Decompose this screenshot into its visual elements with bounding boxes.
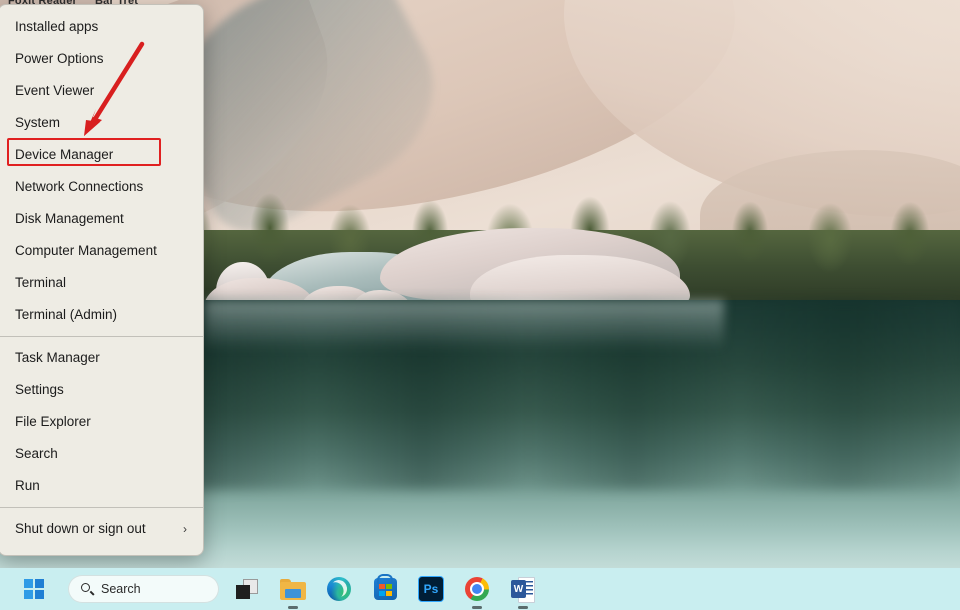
windows-logo-icon: [23, 578, 45, 600]
menu-item-label: Search: [15, 446, 58, 461]
menu-item-label: Task Manager: [15, 350, 100, 365]
chrome-icon: [465, 577, 489, 601]
photoshop-icon: Ps: [418, 576, 444, 602]
menu-item-label: Settings: [15, 382, 64, 397]
menu-item-label: Disk Management: [15, 211, 124, 226]
word-icon: W: [511, 577, 535, 603]
task-view-button[interactable]: [229, 572, 265, 606]
menu-item-installed-apps[interactable]: Installed apps: [0, 11, 203, 43]
store-button[interactable]: [367, 572, 403, 606]
photoshop-button[interactable]: Ps: [413, 572, 449, 606]
chrome-button[interactable]: [459, 572, 495, 606]
task-view-icon: [236, 579, 258, 599]
folder-icon: [280, 578, 306, 600]
menu-item-shut-down-or-sign-out[interactable]: Shut down or sign out ›: [0, 513, 203, 545]
menu-item-label: Network Connections: [15, 179, 144, 194]
winx-quick-link-menu[interactable]: Installed apps Power Options Event Viewe…: [0, 4, 204, 556]
menu-item-search[interactable]: Search: [0, 438, 203, 470]
menu-item-label: Device Manager: [15, 147, 114, 162]
menu-item-label: Terminal (Admin): [15, 307, 118, 322]
menu-item-label: Power Options: [15, 51, 104, 66]
desktop-screen: Foxit Reader Bar Tret Installed apps Pow…: [0, 0, 960, 610]
menu-item-desktop[interactable]: Desktop: [0, 545, 203, 555]
taskbar: Search Ps W: [0, 568, 960, 610]
word-badge-letter: W: [511, 580, 526, 598]
menu-item-task-manager[interactable]: Task Manager: [0, 342, 203, 374]
menu-item-label: Computer Management: [15, 243, 157, 258]
search-label: Search: [101, 582, 141, 596]
background-window-title-strip: Foxit Reader Bar Tret: [0, 0, 240, 8]
start-button[interactable]: [16, 572, 52, 606]
menu-item-computer-management[interactable]: Computer Management: [0, 235, 203, 267]
menu-item-label: Run: [15, 478, 40, 493]
search-input[interactable]: Search: [68, 575, 219, 603]
menu-item-disk-management[interactable]: Disk Management: [0, 203, 203, 235]
background-window-title-right: Bar Tret: [95, 0, 139, 7]
background-window-title-left: Foxit Reader: [8, 0, 78, 7]
menu-item-label: System: [15, 115, 61, 130]
edge-icon: [327, 577, 351, 601]
menu-item-file-explorer[interactable]: File Explorer: [0, 406, 203, 438]
edge-button[interactable]: [321, 572, 357, 606]
menu-item-device-manager[interactable]: Device Manager: [0, 139, 203, 171]
chevron-right-icon: ›: [183, 522, 187, 536]
menu-item-event-viewer[interactable]: Event Viewer: [0, 75, 203, 107]
menu-item-terminal[interactable]: Terminal: [0, 267, 203, 299]
menu-item-label: Shut down or sign out: [15, 521, 146, 536]
menu-item-label: Desktop: [15, 545, 65, 555]
menu-item-label: Terminal: [15, 275, 67, 290]
search-icon: [81, 582, 95, 596]
menu-item-system[interactable]: System: [0, 107, 203, 139]
word-button[interactable]: W: [505, 572, 541, 606]
menu-item-label: Installed apps: [15, 19, 99, 34]
menu-item-power-options[interactable]: Power Options: [0, 43, 203, 75]
wallpaper-rock-reflection: [204, 300, 724, 350]
menu-item-terminal-admin[interactable]: Terminal (Admin): [0, 299, 203, 331]
taskbar-items: Search Ps W: [16, 572, 541, 606]
menu-item-run[interactable]: Run: [0, 470, 203, 502]
menu-item-label: File Explorer: [15, 414, 91, 429]
menu-separator-2: [0, 507, 203, 508]
store-bag-icon: [373, 574, 397, 600]
file-explorer-button[interactable]: [275, 572, 311, 606]
menu-separator-1: [0, 336, 203, 337]
menu-item-settings[interactable]: Settings: [0, 374, 203, 406]
menu-item-label: Event Viewer: [15, 83, 95, 98]
menu-item-network-connections[interactable]: Network Connections: [0, 171, 203, 203]
